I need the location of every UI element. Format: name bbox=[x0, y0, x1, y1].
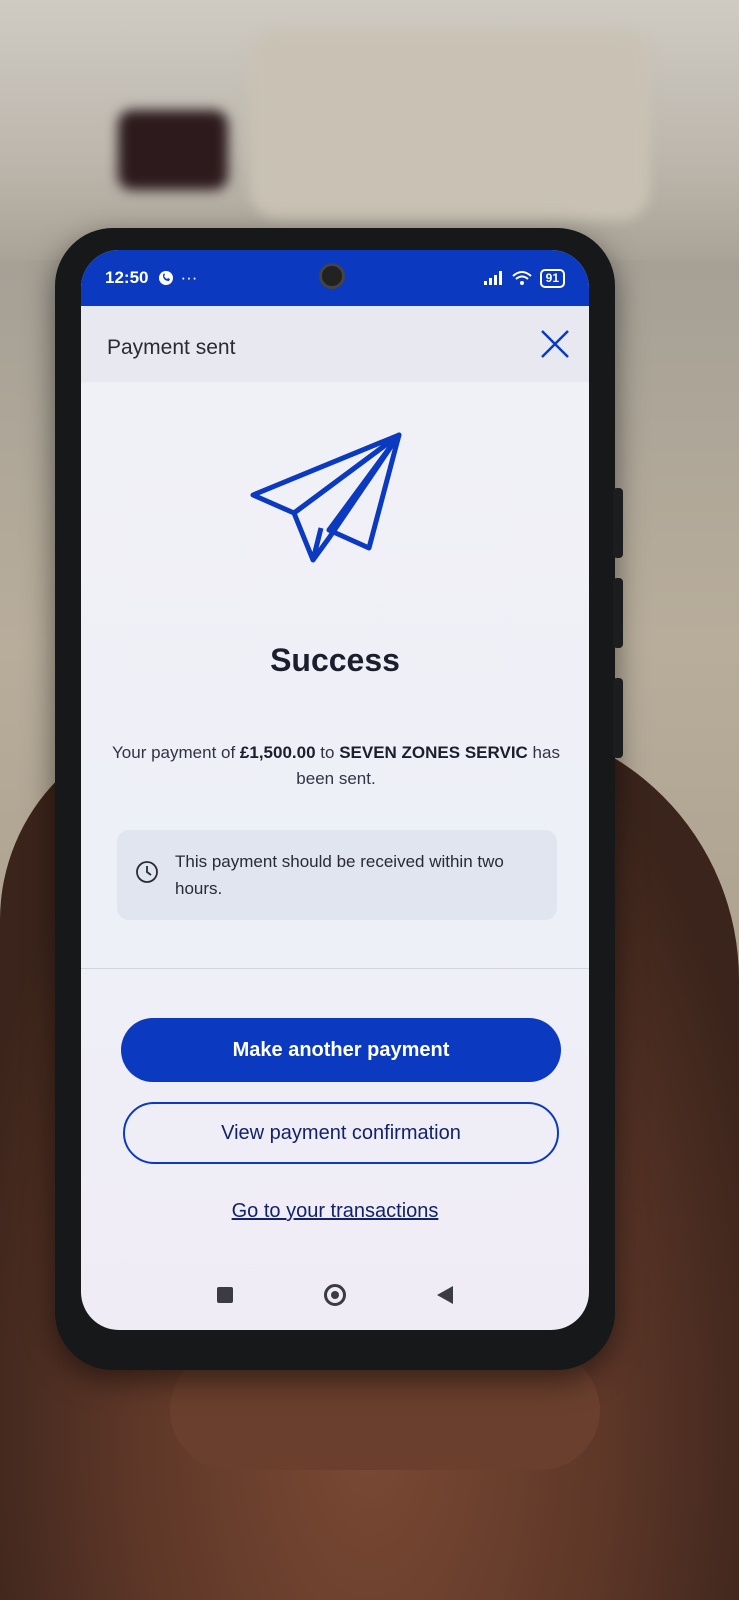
info-text: This payment should be received within t… bbox=[175, 852, 504, 898]
volume-button-2 bbox=[613, 578, 623, 648]
volume-button bbox=[613, 488, 623, 558]
phone: 12:50 ··· 91 Payment sent Success Your p… bbox=[55, 228, 623, 1370]
wifi-icon bbox=[511, 271, 532, 285]
screen: 12:50 ··· 91 Payment sent Success Your p… bbox=[81, 250, 589, 1330]
go-to-transactions-link[interactable]: Go to your transactions bbox=[81, 1200, 589, 1223]
camera-cutout bbox=[319, 263, 345, 289]
battery-indicator: 91 bbox=[539, 268, 565, 288]
background-sofa bbox=[250, 30, 650, 220]
view-payment-confirmation-button[interactable]: View payment confirmation bbox=[123, 1102, 559, 1164]
header: Payment sent bbox=[81, 306, 589, 382]
payee-name: SEVEN ZONES SERVIC bbox=[339, 743, 528, 762]
nav-recents-icon[interactable] bbox=[216, 1287, 233, 1303]
status-dots: ··· bbox=[180, 268, 198, 287]
divider bbox=[81, 968, 589, 969]
close-button[interactable] bbox=[535, 324, 575, 364]
nav-back-icon[interactable] bbox=[437, 1286, 454, 1304]
page-title: Payment sent bbox=[107, 336, 236, 359]
nav-home-icon[interactable] bbox=[323, 1284, 346, 1306]
clock-icon bbox=[136, 861, 158, 883]
message-to: to bbox=[315, 743, 340, 762]
paper-plane-icon bbox=[250, 432, 402, 563]
status-time: 12:50 bbox=[105, 268, 149, 287]
background-object bbox=[118, 110, 228, 190]
signal-icon bbox=[483, 271, 502, 285]
call-icon bbox=[159, 271, 174, 285]
make-another-payment-button[interactable]: Make another payment bbox=[121, 1018, 561, 1082]
message-prefix: Your payment of bbox=[112, 743, 240, 762]
success-heading: Success bbox=[270, 642, 400, 678]
system-nav-bar bbox=[81, 1270, 589, 1320]
payment-amount: £1,500.00 bbox=[239, 743, 316, 762]
payment-message: Your payment of £1,500.00 to SEVEN ZONES… bbox=[111, 740, 561, 792]
power-button bbox=[613, 678, 623, 758]
info-notice: This payment should be received within t… bbox=[117, 830, 557, 920]
close-icon bbox=[541, 330, 569, 358]
status-bar: 12:50 ··· 91 bbox=[81, 250, 589, 306]
